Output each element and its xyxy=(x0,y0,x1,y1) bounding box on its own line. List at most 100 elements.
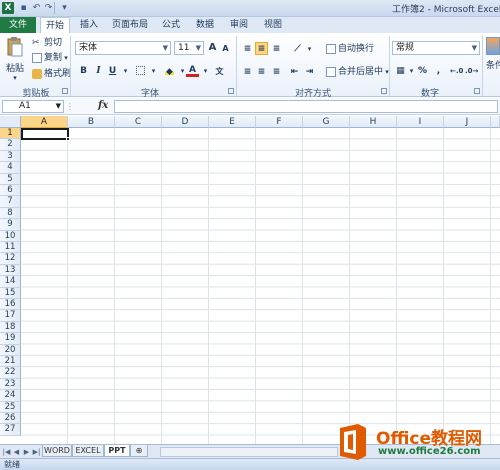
border-dropdown-icon[interactable]: ▾ xyxy=(147,65,160,78)
row-header-27[interactable]: 27 xyxy=(0,424,21,436)
tab-insert[interactable]: 插入 xyxy=(74,17,104,33)
orientation-dropdown-icon[interactable]: ▾ xyxy=(303,43,316,56)
font-launcher-icon[interactable] xyxy=(228,88,234,94)
row-header-4[interactable]: 4 xyxy=(0,162,21,174)
tab-home[interactable]: 开始 xyxy=(40,17,70,34)
row-header-3[interactable]: 3 xyxy=(0,150,21,163)
decrease-decimal-button[interactable]: .0→ xyxy=(465,65,478,78)
column-header-j[interactable]: J xyxy=(444,116,491,128)
tab-page-layout[interactable]: 页面布局 xyxy=(108,17,152,33)
row-header-12[interactable]: 12 xyxy=(0,253,21,265)
italic-button[interactable]: I xyxy=(92,65,105,78)
row-header-20[interactable]: 20 xyxy=(0,344,21,356)
column-header-i[interactable]: I xyxy=(397,116,444,128)
row-header-25[interactable]: 25 xyxy=(0,401,21,413)
copy-button[interactable]: 复制 ▾ xyxy=(32,52,68,64)
row-header-2[interactable]: 2 xyxy=(0,139,21,151)
shrink-font-button[interactable]: A xyxy=(219,42,232,55)
tab-review[interactable]: 审阅 xyxy=(224,17,254,33)
row-header-8[interactable]: 8 xyxy=(0,207,21,220)
increase-indent-button[interactable]: ⇥ xyxy=(303,66,316,79)
align-bottom-button[interactable]: ≡ xyxy=(270,43,283,56)
column-header-f[interactable]: F xyxy=(256,116,303,128)
fill-handle[interactable] xyxy=(66,137,70,141)
cell-area[interactable] xyxy=(21,128,500,444)
sheet-tab-ppt[interactable]: PPT xyxy=(104,445,130,457)
last-sheet-icon[interactable]: ▶| xyxy=(32,447,41,457)
align-left-button[interactable]: ≡ xyxy=(241,66,254,79)
row-header-5[interactable]: 5 xyxy=(0,173,21,185)
column-header-g[interactable]: G xyxy=(303,116,350,128)
font-size-combo[interactable]: 11 ▼ xyxy=(174,41,204,55)
column-header-d[interactable]: D xyxy=(162,116,209,128)
row-header-7[interactable]: 7 xyxy=(0,196,21,208)
comma-button[interactable]: , xyxy=(432,65,445,78)
align-right-button[interactable]: ≡ xyxy=(270,66,283,79)
percent-button[interactable]: % xyxy=(416,65,429,78)
name-box[interactable]: A1 ▼ xyxy=(2,100,64,113)
underline-dropdown-icon[interactable]: ▾ xyxy=(119,65,132,78)
row-header-24[interactable]: 24 xyxy=(0,390,21,402)
phonetic-button[interactable]: 文 xyxy=(213,65,226,78)
align-top-button[interactable]: ≡ xyxy=(241,43,254,56)
row-header-26[interactable]: 26 xyxy=(0,413,21,425)
next-sheet-icon[interactable]: ▶ xyxy=(22,447,31,457)
border-button[interactable] xyxy=(134,65,147,78)
cut-button[interactable]: ✂ 剪切 xyxy=(32,37,62,49)
font-color-dropdown-icon[interactable]: ▾ xyxy=(199,65,212,78)
column-header-a[interactable]: A xyxy=(21,116,68,128)
excel-app-icon[interactable]: X xyxy=(2,2,14,14)
increase-decimal-button[interactable]: ←.0 xyxy=(450,65,463,78)
sheet-tab-word[interactable]: WORD xyxy=(42,445,72,457)
font-name-combo[interactable]: 宋体 ▼ xyxy=(75,41,171,55)
wrap-text-button[interactable]: 自动换行 xyxy=(326,43,374,55)
insert-sheet-icon[interactable]: ⊕ xyxy=(130,445,148,457)
row-header-16[interactable]: 16 xyxy=(0,299,21,311)
format-painter-button[interactable]: 格式刷 xyxy=(32,68,71,80)
tab-view[interactable]: 视图 xyxy=(258,17,288,33)
row-header-23[interactable]: 23 xyxy=(0,378,21,391)
row-header-11[interactable]: 11 xyxy=(0,242,21,254)
row-header-19[interactable]: 19 xyxy=(0,333,21,345)
row-header-21[interactable]: 21 xyxy=(0,356,21,368)
tab-data[interactable]: 数据 xyxy=(190,17,220,33)
row-header-13[interactable]: 13 xyxy=(0,264,21,277)
select-all-corner[interactable] xyxy=(0,116,21,128)
tab-file[interactable]: 文件 xyxy=(0,17,36,33)
paste-button[interactable]: 粘贴 ▾ xyxy=(4,36,26,82)
prev-sheet-icon[interactable]: ◀ xyxy=(12,447,21,457)
row-header-9[interactable]: 9 xyxy=(0,219,21,231)
row-header-18[interactable]: 18 xyxy=(0,321,21,334)
bold-button[interactable]: B xyxy=(77,65,90,78)
column-header-c[interactable]: C xyxy=(115,116,162,128)
first-sheet-icon[interactable]: |◀ xyxy=(2,447,11,457)
row-header-22[interactable]: 22 xyxy=(0,367,21,379)
row-header-1[interactable]: 1 xyxy=(0,128,21,140)
active-cell[interactable] xyxy=(21,128,69,140)
grow-font-button[interactable]: A xyxy=(206,41,219,54)
underline-button[interactable]: U xyxy=(106,65,119,78)
save-icon[interactable]: ▪ xyxy=(17,2,30,14)
align-middle-button[interactable]: ≡ xyxy=(255,42,268,55)
align-center-button[interactable]: ≡ xyxy=(255,66,268,79)
number-launcher-icon[interactable] xyxy=(474,88,480,94)
conditional-format-button[interactable] xyxy=(486,37,500,55)
formula-bar-resize-handle[interactable]: ⋮ xyxy=(66,102,74,111)
insert-function-icon[interactable]: fx xyxy=(98,100,108,111)
row-header-15[interactable]: 15 xyxy=(0,287,21,299)
decrease-indent-button[interactable]: ⇤ xyxy=(288,66,301,79)
merge-center-button[interactable]: 合并后居中 ▾ xyxy=(326,66,389,78)
font-color-button[interactable]: A xyxy=(186,64,199,77)
row-header-10[interactable]: 10 xyxy=(0,230,21,242)
column-header-b[interactable]: B xyxy=(68,116,115,128)
formula-input[interactable] xyxy=(114,100,498,113)
row-header-14[interactable]: 14 xyxy=(0,276,21,288)
column-header-e[interactable]: E xyxy=(209,116,256,128)
tab-formulas[interactable]: 公式 xyxy=(156,17,186,33)
row-header-17[interactable]: 17 xyxy=(0,310,21,322)
column-header-overflow[interactable] xyxy=(491,116,500,128)
horizontal-scrollbar[interactable] xyxy=(160,447,338,457)
customize-quick-access-icon[interactable]: ▾ xyxy=(58,2,71,14)
clipboard-launcher-icon[interactable] xyxy=(62,88,68,94)
row-header-6[interactable]: 6 xyxy=(0,185,21,197)
